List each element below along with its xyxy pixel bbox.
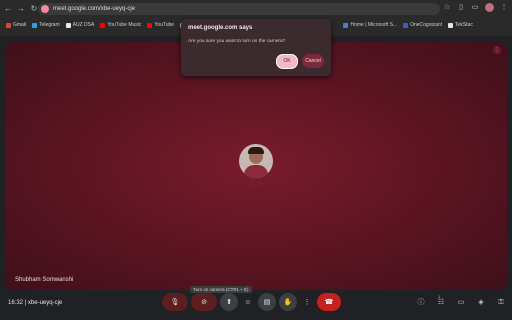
back-icon[interactable]: ← <box>3 4 13 14</box>
info-button[interactable]: ⓘ <box>416 298 426 308</box>
bookmark-favicon-icon <box>343 22 349 28</box>
bookmark-favicon-icon <box>32 22 38 28</box>
bookmark-favicon-icon <box>448 22 454 28</box>
chat-button[interactable]: ▭ <box>456 298 466 308</box>
participant-name: Shubham Somwanshi <box>15 277 74 283</box>
bookmark-item[interactable]: TekStac <box>448 22 473 28</box>
forward-icon[interactable]: → <box>16 4 26 14</box>
bookmark-label: OneCognizant <box>410 22 443 28</box>
participant-avatar <box>239 144 273 178</box>
bookmark-item[interactable]: Telegram <box>32 22 60 28</box>
captions-icon: ▤ <box>263 299 271 306</box>
menu-icon[interactable]: ⋮ <box>500 4 508 12</box>
bookmark-favicon-icon <box>6 22 11 28</box>
camera-off-icon: ⊘ <box>201 299 207 306</box>
lock-icon: ⚿ <box>498 299 504 306</box>
bookmark-label: AUZ DSA <box>72 22 95 28</box>
present-icon: ⬆ <box>226 299 232 306</box>
more-vert-icon: ⋮ <box>303 299 311 306</box>
hand-icon: ✋ <box>283 299 293 306</box>
meeting-time-code: 16:32 | xbe-ueyq-cje <box>8 300 62 306</box>
browser-toolbar: ← → ↻ meet.google.com/xbe-ueyq-cje ☆ ▯ ▭… <box>0 0 512 17</box>
meeting-side-controls: ⓘ 1 ☷ ▭ ◈ ⚿ <box>416 294 506 308</box>
camera-toggle-button[interactable]: ⊘ <box>191 293 217 311</box>
bookmark-item[interactable]: YouTube <box>147 22 174 28</box>
meeting-controls-bar: 16:32 | xbe-ueyq-cje Turn on camera (CTR… <box>0 286 512 320</box>
mic-toggle-button[interactable]: 🎙 <box>162 293 188 311</box>
bookmark-item[interactable]: AUZ DSA <box>65 22 95 28</box>
extensions-icon[interactable]: ▯ <box>457 4 465 12</box>
more-options-button[interactable]: ⋮ <box>300 293 314 311</box>
bookmark-label: TekStac <box>455 22 473 28</box>
chat-icon: ▭ <box>457 299 465 306</box>
toolbar-right: ☆ ▯ ▭ ⋮ <box>443 3 508 12</box>
bookmark-item[interactable]: Gmail <box>6 22 26 28</box>
bookmark-item[interactable]: OneCognizant <box>403 22 442 28</box>
people-button[interactable]: 1 ☷ <box>436 294 446 308</box>
activities-button[interactable]: ◈ <box>476 298 486 308</box>
site-info-icon[interactable] <box>41 5 49 13</box>
confirm-dialog: meet.google.com says Are you sure you wa… <box>181 19 331 76</box>
profile-avatar[interactable] <box>485 3 494 12</box>
sidepanel-icon[interactable]: ▭ <box>471 4 479 12</box>
bookmark-star-icon[interactable]: ☆ <box>443 4 451 12</box>
bookmark-favicon-icon <box>403 22 409 28</box>
bookmark-label: Home | Microsoft S... <box>350 22 398 28</box>
camera-tooltip: Turn on camera (CTRL + E) <box>190 286 252 293</box>
bookmark-favicon-icon <box>147 22 153 28</box>
url-text: meet.google.com/xbe-ueyq-cje <box>53 6 136 12</box>
leave-call-button[interactable]: ☎ <box>317 293 341 311</box>
bookmark-label: Gmail <box>13 22 27 28</box>
bookmark-label: YouTube <box>154 22 175 28</box>
bookmark-label: Telegram <box>39 22 60 28</box>
bookmark-item[interactable]: YouTube Music <box>100 22 141 28</box>
bookmark-favicon-icon <box>100 22 106 28</box>
meeting-code: xbe-ueyq-cje <box>27 300 63 306</box>
meet-stage: ⋮ Shubham Somwanshi 16:32 | xbe-ueyq-cje… <box>0 36 512 320</box>
bookmark-item[interactable]: Home | Microsoft S... <box>343 22 397 28</box>
present-button[interactable]: ⬆ <box>220 293 238 311</box>
dialog-message: Are you sure you want to turn on the cam… <box>188 39 286 44</box>
ok-button[interactable]: OK <box>276 54 298 69</box>
avatar-hair <box>248 147 264 154</box>
avatar-shirt <box>244 165 268 178</box>
dialog-title: meet.google.com says <box>188 25 253 31</box>
raise-hand-button[interactable]: ✋ <box>279 293 297 311</box>
cancel-button[interactable]: Cancel <box>302 54 324 68</box>
bookmark-favicon-icon <box>65 22 71 28</box>
end-call-icon: ☎ <box>324 299 334 306</box>
call-controls: 🎙 ⊘ ⬆ ☺ ▤ ✋ ⋮ ☎ <box>162 293 341 311</box>
emoji-icon: ☺ <box>244 298 252 306</box>
bookmark-label: YouTube Music <box>107 22 142 28</box>
mic-off-icon: 🎙 <box>170 299 180 306</box>
activities-icon: ◈ <box>478 299 484 306</box>
more-options-icon[interactable]: ⋮ <box>493 46 501 54</box>
captions-button[interactable]: ▤ <box>258 293 276 311</box>
address-bar[interactable]: meet.google.com/xbe-ueyq-cje <box>38 3 440 15</box>
participant-count: 1 <box>438 294 441 299</box>
emoji-button[interactable]: ☺ <box>241 293 255 311</box>
meeting-time: 16:32 <box>8 300 24 306</box>
host-controls-button[interactable]: ⚿ <box>496 298 506 308</box>
info-icon: ⓘ <box>417 299 425 306</box>
